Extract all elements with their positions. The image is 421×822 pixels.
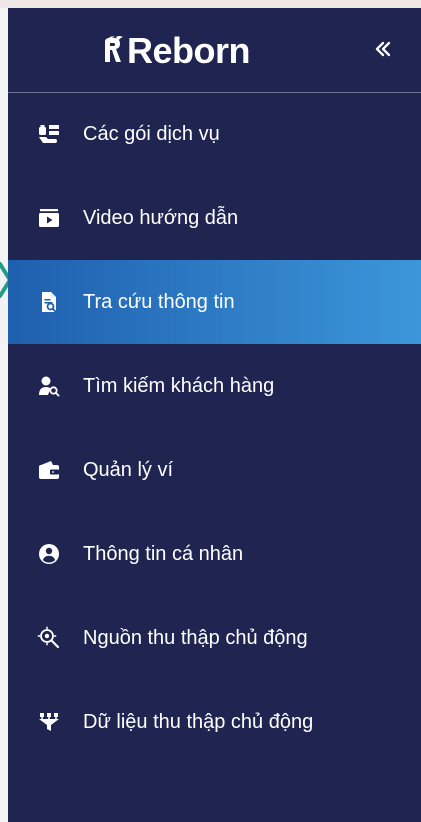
data-filter-icon [36,709,62,735]
sidebar-item-video-tutorial[interactable]: Video hướng dẫn [8,176,421,260]
brand-logo[interactable]: Reborn [101,26,261,74]
sidebar-item-active-data[interactable]: Dữ liệu thu thập chủ động [8,680,421,764]
sidebar-item-label: Tra cứu thông tin [83,291,235,313]
customer-search-icon [36,373,62,399]
collapse-sidebar-button[interactable] [370,36,396,62]
sidebar-item-active-source[interactable]: Nguồn thu thập chủ động [8,596,421,680]
sidebar: Reborn Các gói dịch vụ Video hướng dẫn T… [8,8,421,822]
sidebar-item-label: Video hướng dẫn [83,207,239,229]
wallet-icon [36,457,62,483]
sidebar-item-label: Thông tin cá nhân [83,543,244,565]
sidebar-item-information-lookup[interactable]: Tra cứu thông tin [8,260,421,344]
brand-name: Reborn [127,30,251,71]
sidebar-item-service-packages[interactable]: Các gói dịch vụ [8,92,421,176]
document-search-icon [36,289,62,315]
sidebar-item-customer-search[interactable]: Tìm kiếm khách hàng [8,344,421,428]
data-source-icon [36,625,62,651]
video-tutorial-icon [36,205,62,231]
sidebar-header: Reborn [8,8,421,93]
app-screen: Reborn Các gói dịch vụ Video hướng dẫn T… [0,0,421,822]
sidebar-item-label: Các gói dịch vụ [83,123,220,145]
service-package-icon [36,121,62,147]
sidebar-item-label: Quản lý ví [83,459,174,481]
sidebar-item-wallet-management[interactable]: Quản lý ví [8,428,421,512]
sidebar-item-label: Dữ liệu thu thập chủ động [83,711,314,733]
sidebar-menu: Các gói dịch vụ Video hướng dẫn Tra cứu … [8,92,421,764]
top-strip [0,0,421,8]
sidebar-item-personal-info[interactable]: Thông tin cá nhân [8,512,421,596]
double-chevron-left-icon [375,41,391,57]
user-profile-icon [36,541,62,567]
sidebar-item-label: Tìm kiếm khách hàng [83,375,275,397]
sidebar-item-label: Nguồn thu thập chủ động [83,627,308,649]
reborn-logo-icon [105,36,123,62]
